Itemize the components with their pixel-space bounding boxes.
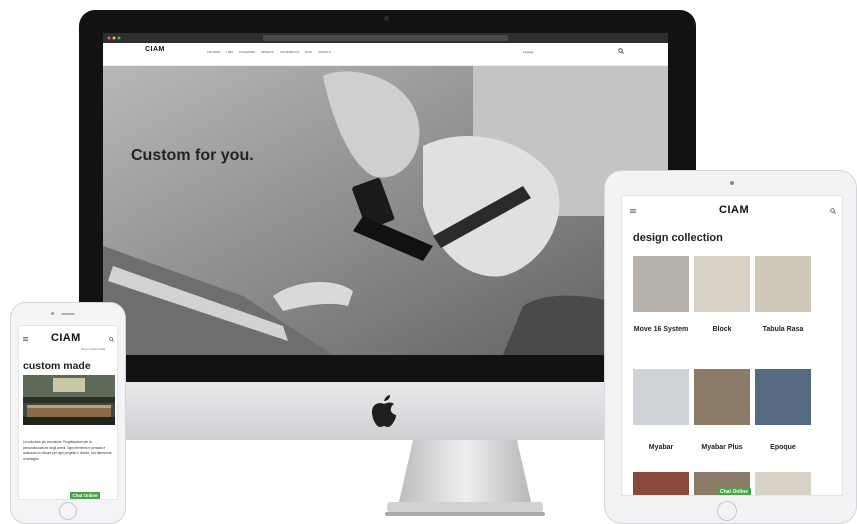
address-bar[interactable] <box>263 35 508 41</box>
product-thumbnail <box>755 369 811 425</box>
collection-item[interactable] <box>755 472 811 495</box>
product-name: Epoque <box>770 444 796 451</box>
tablet-camera <box>730 181 734 185</box>
nav-link[interactable]: PROGETTI <box>261 51 274 54</box>
apple-logo-icon <box>372 395 396 427</box>
product-thumbnail <box>755 256 811 312</box>
hero-banner <box>103 66 668 355</box>
product-name: Tabula Rasa <box>762 326 804 333</box>
chat-online-button[interactable]: Chat Online <box>70 492 100 499</box>
desktop-screen: CIAM CHI SIAMO LABS COLLEZIONE PROGETTI … <box>103 33 668 355</box>
product-name: Myabar Plus <box>701 444 743 451</box>
hero-title: Custom for you. <box>131 147 254 164</box>
product-thumbnail <box>633 472 689 495</box>
camera-icon <box>384 16 389 21</box>
intro-paragraph: La soluzione più innovativa. Progettazio… <box>23 440 112 461</box>
language-selector[interactable]: Language <box>523 51 534 54</box>
search-icon[interactable] <box>618 48 624 54</box>
tablet-screen: CIAM design collection Move 16 System Bl… <box>621 195 843 496</box>
search-icon[interactable] <box>109 337 114 342</box>
product-name: Block <box>712 326 732 333</box>
breadcrumb[interactable]: Home / Custom made <box>81 348 105 351</box>
collection-item[interactable]: Myabar Plus <box>694 369 750 451</box>
site-logo[interactable]: CIAM <box>719 204 749 216</box>
home-button[interactable] <box>59 502 77 520</box>
collection-item[interactable]: Tabula Rasa <box>755 256 811 333</box>
main-nav: CHI SIAMO LABS COLLEZIONE PROGETTI SOSTE… <box>207 51 331 54</box>
chat-online-button[interactable]: Chat Online <box>717 488 751 495</box>
product-name: Move 16 System <box>633 326 689 333</box>
nav-link[interactable]: COLLEZIONE <box>239 51 255 54</box>
phone-speaker <box>61 313 75 315</box>
product-name: Myabar <box>648 444 674 451</box>
phone-camera <box>51 312 54 315</box>
site-logo[interactable]: CIAM <box>51 332 81 344</box>
menu-icon[interactable] <box>630 209 636 213</box>
nav-link[interactable]: BLOG <box>305 51 312 54</box>
phone-screen: CIAM Home / Custom made custom made La s… <box>18 325 118 500</box>
imac-stand <box>385 440 545 516</box>
window-controls-icon[interactable] <box>107 36 123 40</box>
menu-icon[interactable] <box>23 337 28 341</box>
product-thumbnail <box>633 369 689 425</box>
browser-toolbar <box>103 33 668 43</box>
collection-item[interactable]: Epoque <box>755 369 811 451</box>
hero-photo <box>23 375 115 425</box>
collection-item[interactable]: Myabar <box>633 369 689 451</box>
page-title: design collection <box>633 232 723 244</box>
product-thumbnail <box>755 472 811 495</box>
hero-photo <box>103 66 668 355</box>
nav-link[interactable]: LABS <box>226 51 233 54</box>
phone-device: CIAM Home / Custom made custom made La s… <box>10 302 126 524</box>
site-logo[interactable]: CIAM <box>145 46 165 53</box>
collection-item[interactable]: Block <box>694 256 750 333</box>
page-title: custom made <box>23 360 91 372</box>
product-thumbnail <box>694 369 750 425</box>
product-thumbnail <box>633 256 689 312</box>
nav-link[interactable]: SOSTENIBILITÀ <box>280 51 299 54</box>
site-header <box>103 43 668 66</box>
nav-link[interactable]: CHI SIAMO <box>207 51 220 54</box>
collection-item[interactable]: Move 16 System <box>633 256 689 333</box>
home-button[interactable] <box>717 501 737 521</box>
collection-item[interactable] <box>633 472 689 495</box>
product-thumbnail <box>694 256 750 312</box>
nav-link[interactable]: CONTATTI <box>318 51 330 54</box>
tablet-device: CIAM design collection Move 16 System Bl… <box>604 170 857 524</box>
search-icon[interactable] <box>830 208 836 214</box>
